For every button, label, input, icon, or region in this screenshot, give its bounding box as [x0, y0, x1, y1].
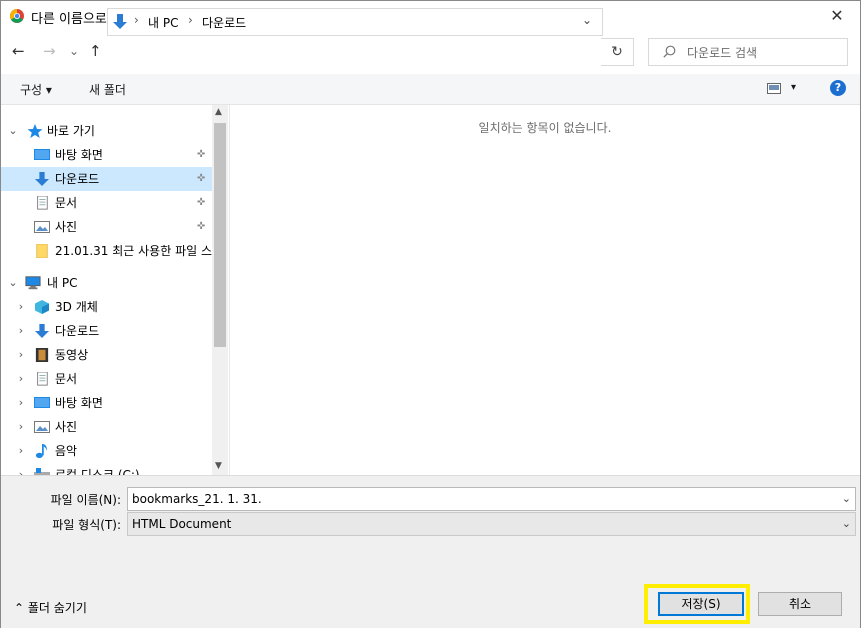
chevron-down-icon[interactable]: ⌄: [842, 488, 851, 510]
scroll-up-icon[interactable]: ▲: [215, 107, 222, 117]
scrollbar-thumb[interactable]: [214, 123, 226, 347]
document-icon: [37, 196, 48, 210]
breadcrumb-downloads[interactable]: 다운로드: [202, 14, 246, 31]
view-dropdown-icon[interactable]: ▾: [791, 82, 796, 93]
address-bar[interactable]: › 내 PC › 다운로드 ⌄: [107, 8, 603, 36]
chevron-right-icon[interactable]: ›: [15, 343, 27, 367]
tree-item-pictures[interactable]: 사진 ✜: [1, 215, 212, 239]
recent-locations-button[interactable]: ⌄: [69, 41, 79, 61]
chevron-right-icon[interactable]: ›: [15, 295, 27, 319]
filetype-label: 파일 형식(T):: [52, 518, 121, 532]
drive-icon: [34, 468, 50, 475]
refresh-button[interactable]: ↻: [601, 38, 634, 66]
download-arrow-icon: [35, 172, 49, 186]
download-arrow-icon: [113, 14, 127, 29]
filename-label: 파일 이름(N):: [50, 493, 121, 507]
scroll-down-icon[interactable]: ▼: [215, 461, 222, 471]
tree-item-pc-pictures[interactable]: › 사진: [1, 415, 212, 439]
film-icon: [35, 348, 49, 362]
command-bar: 구성 ▾ 새 폴더 ▾: [1, 74, 860, 105]
forward-button[interactable]: →: [43, 41, 56, 61]
filetype-select[interactable]: HTML Document ⌄: [127, 512, 856, 536]
pin-icon: ✜: [197, 197, 206, 208]
desktop-icon: [34, 397, 50, 408]
picture-icon: [34, 221, 50, 233]
search-input[interactable]: 다운로드 검색: [648, 38, 848, 66]
close-button[interactable]: ✕: [814, 1, 860, 31]
3d-objects-icon: [35, 300, 49, 314]
help-icon[interactable]: ?: [830, 80, 846, 96]
search-placeholder: 다운로드 검색: [687, 46, 758, 60]
picture-icon: [34, 421, 50, 433]
chevron-right-icon[interactable]: ›: [15, 415, 27, 439]
star-icon: [27, 124, 43, 138]
address-dropdown-icon[interactable]: ⌄: [582, 13, 592, 27]
chevron-right-icon[interactable]: ›: [15, 463, 27, 475]
chevron-right-icon[interactable]: ›: [15, 319, 27, 343]
document-icon: [37, 372, 48, 386]
empty-folder-message: 일치하는 항목이 없습니다.: [478, 121, 612, 135]
folder-icon: [36, 244, 48, 258]
computer-icon: [25, 276, 41, 290]
breadcrumb-sep: ›: [134, 13, 139, 27]
tree-item-videos[interactable]: › 동영상: [1, 343, 212, 367]
pin-icon: ✜: [197, 221, 206, 232]
desktop-icon: [34, 149, 50, 160]
pane-divider[interactable]: [229, 105, 230, 475]
new-folder-button[interactable]: 새 폴더: [89, 81, 126, 98]
chrome-icon: [10, 9, 24, 23]
filename-field[interactable]: bookmarks_21. 1. 31. ⌄: [127, 487, 856, 511]
tree-item-local-disk[interactable]: › 로컬 디스크 (C:): [1, 463, 212, 475]
tree-item-pc-documents[interactable]: › 문서: [1, 367, 212, 391]
breadcrumb-this-pc[interactable]: 내 PC: [148, 14, 178, 31]
pin-icon: ✜: [197, 149, 206, 160]
organize-button[interactable]: 구성 ▾: [20, 81, 52, 98]
back-button[interactable]: ←: [12, 41, 25, 61]
chevron-down-icon[interactable]: ⌄: [842, 513, 851, 535]
breadcrumb-sep: ›: [188, 13, 193, 27]
chevron-right-icon[interactable]: ›: [15, 439, 27, 463]
chevron-right-icon[interactable]: ›: [15, 391, 27, 415]
tree-item-documents[interactable]: 문서 ✜: [1, 191, 212, 215]
tree-item-pc-downloads[interactable]: › 다운로드: [1, 319, 212, 343]
up-button[interactable]: ↑: [89, 41, 102, 61]
pin-icon: ✜: [197, 173, 206, 184]
tree-item-3d-objects[interactable]: › 3D 개체: [1, 295, 212, 319]
tree-item-desktop[interactable]: 바탕 화면 ✜: [1, 143, 212, 167]
tree-item-music[interactable]: › 음악: [1, 439, 212, 463]
download-arrow-icon: [35, 324, 49, 338]
tree-item-this-pc[interactable]: ⌄ 내 PC: [1, 271, 212, 295]
hide-folders-button[interactable]: ⌃ 폴더 숨기기: [14, 599, 87, 616]
save-as-dialog: 다른 이름으로 저장 ✕ ← → ⌄ ↑ › 내 PC › 다운로드 ⌄ ↻ 다…: [0, 0, 861, 628]
tree-item-quick-access[interactable]: ⌄ 바로 가기: [1, 119, 212, 143]
tree-item-recent-folder[interactable]: 21.01.31 최근 사용한 파일 스: [1, 239, 212, 263]
save-button[interactable]: 저장(S): [658, 592, 744, 616]
navigation-pane: ⌄ 바로 가기 바탕 화면 ✜ 다운로드 ✜ 문서 ✜ 사진 ✜ 21.01.3…: [1, 105, 212, 475]
cancel-button[interactable]: 취소: [758, 592, 842, 616]
chevron-down-icon[interactable]: ⌄: [7, 119, 19, 143]
chevron-down-icon[interactable]: ⌄: [7, 271, 19, 295]
tree-item-downloads[interactable]: 다운로드 ✜: [1, 167, 212, 191]
view-options-icon[interactable]: [767, 83, 781, 94]
music-note-icon: [35, 444, 47, 458]
chevron-right-icon[interactable]: ›: [15, 367, 27, 391]
search-icon: [663, 45, 676, 58]
tree-item-pc-desktop[interactable]: › 바탕 화면: [1, 391, 212, 415]
